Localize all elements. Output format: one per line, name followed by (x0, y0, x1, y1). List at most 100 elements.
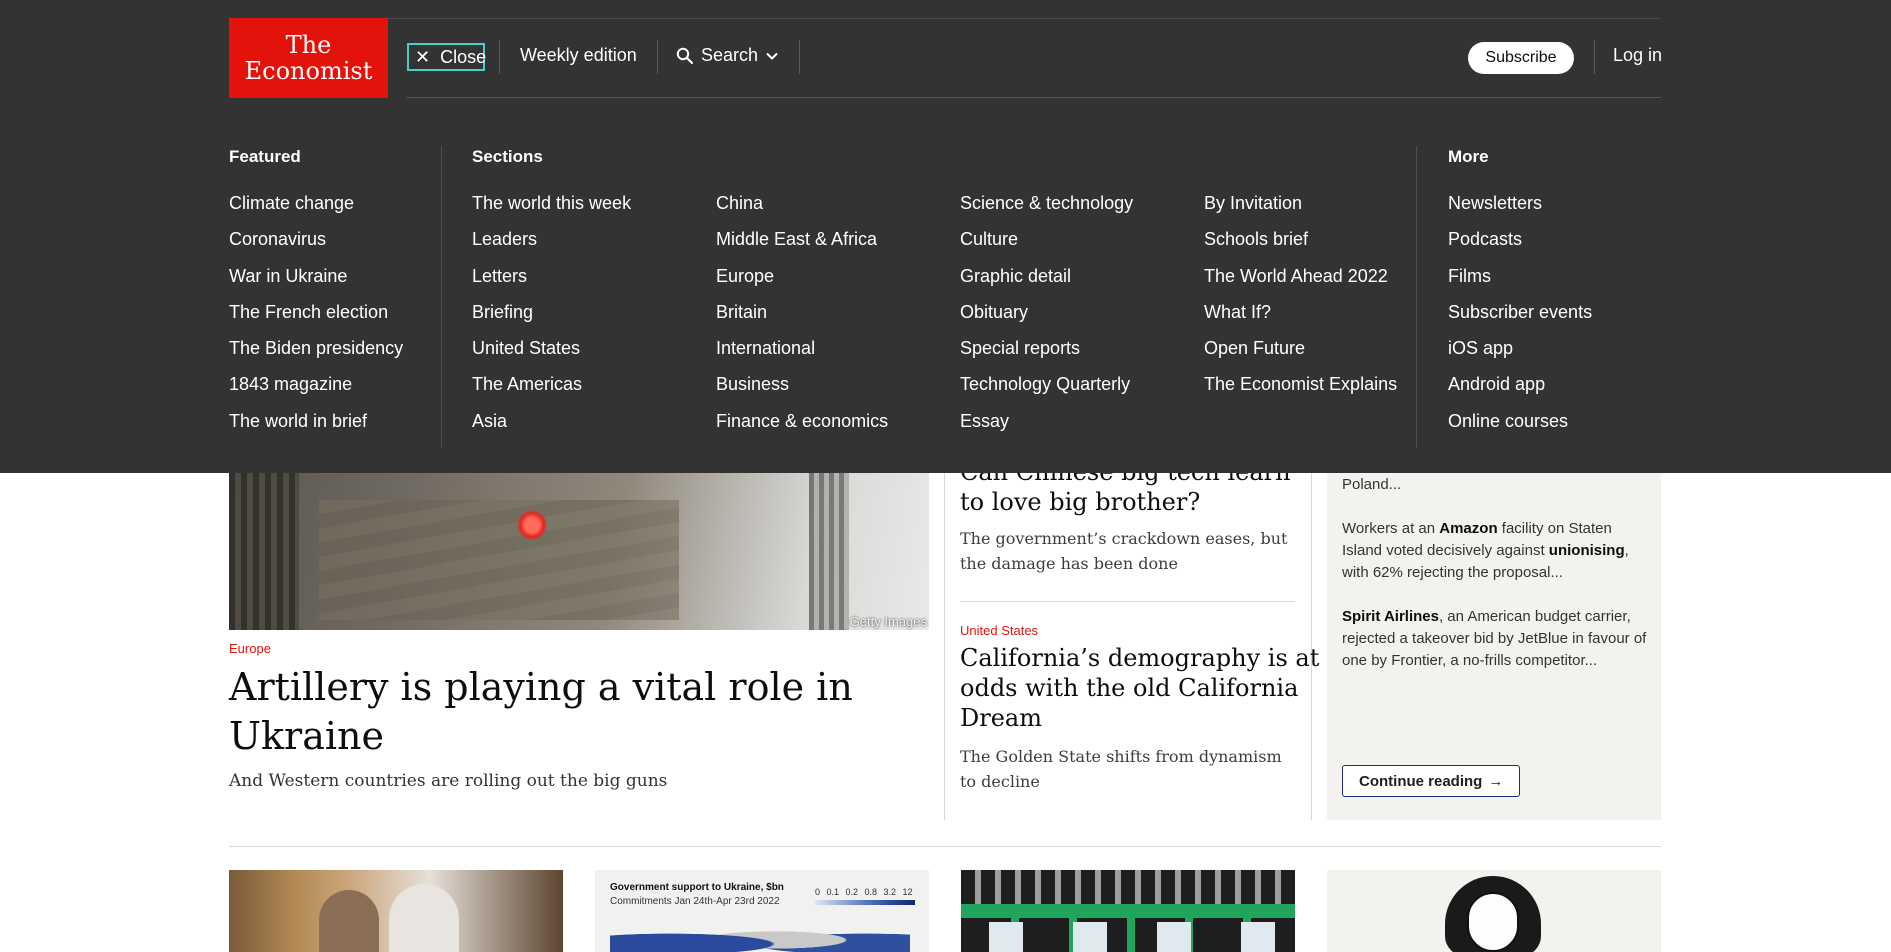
menu-item-section[interactable]: The Americas (472, 374, 631, 410)
column-divider (944, 470, 945, 820)
chart-thumbnail-subtitle: Commitments Jan 24th-Apr 23rd 2022 (610, 896, 780, 907)
story-thumbnail[interactable] (1327, 870, 1661, 952)
chart-thumbnail-title: Government support to Ukraine, $bn (610, 882, 784, 893)
story-subheadline: The Golden State shifts from dynamism to… (960, 747, 1282, 791)
logo-line-2: Economist (244, 57, 373, 85)
menu-item-section[interactable]: The Economist Explains (1204, 374, 1397, 410)
search-label: Search (701, 45, 759, 65)
subscribe-button[interactable]: Subscribe (1468, 42, 1574, 74)
menu-item-more[interactable]: Newsletters (1448, 193, 1592, 229)
brief-item: Spirit Airlines, an American budget carr… (1342, 606, 1652, 672)
brief-item: Workers at an Amazon facility on Staten … (1342, 518, 1652, 584)
menu-item-featured[interactable]: The Biden presidency (229, 338, 403, 374)
chart-thumbnail-legend-bar (815, 900, 915, 905)
logo-line-1: The (285, 31, 332, 59)
close-label: Close (440, 46, 487, 67)
menu-item-section[interactable]: What If? (1204, 302, 1397, 338)
story-section-tag[interactable]: United States (960, 623, 1038, 638)
hero-image-credit: Getty Images (849, 614, 927, 629)
menu-item-section[interactable]: Technology Quarterly (960, 374, 1133, 410)
economist-logo[interactable]: The Economist (229, 18, 388, 98)
row-divider (229, 846, 1661, 847)
menu-item-section[interactable]: Open Future (1204, 338, 1397, 374)
chart-thumbnail[interactable]: Government support to Ukraine, $bn Commi… (595, 870, 929, 952)
menu-item-more[interactable]: Online courses (1448, 411, 1592, 447)
menu-item-more[interactable]: iOS app (1448, 338, 1592, 374)
thumbnail-figure (319, 890, 379, 952)
hero-subheadline: And Western countries are rolling out th… (229, 771, 668, 791)
story-thumbnail[interactable] (961, 870, 1295, 952)
continue-reading-button[interactable]: Continue reading → (1342, 765, 1521, 797)
thumbnail-figure (389, 884, 459, 952)
menu-item-featured[interactable]: Coronavirus (229, 229, 403, 265)
menu-item-section[interactable]: Europe (716, 266, 888, 302)
brief-text: Workers at an (1342, 520, 1440, 537)
menu-item-more[interactable]: Films (1448, 266, 1592, 302)
brief-text: Poland... (1342, 476, 1402, 493)
menu-item-section[interactable]: Briefing (472, 302, 631, 338)
menu-item-featured[interactable]: The world in brief (229, 411, 403, 447)
menu-item-section[interactable]: Middle East & Africa (716, 229, 888, 265)
hero-image-explosion (517, 510, 547, 540)
search-button[interactable]: Search (676, 45, 778, 66)
search-icon (676, 47, 693, 64)
menu-item-more[interactable]: Android app (1448, 374, 1592, 410)
menu-item-section[interactable]: Britain (716, 302, 888, 338)
toolbar-rule (406, 97, 1661, 98)
arrow-right-icon: → (1488, 772, 1504, 790)
menu-item-section[interactable]: Essay (960, 411, 1133, 447)
weekly-edition-link[interactable]: Weekly edition (520, 45, 637, 66)
menu-item-section[interactable]: Special reports (960, 338, 1133, 374)
menu-item-section[interactable]: The world this week (472, 193, 631, 229)
menu-item-section[interactable]: Obituary (960, 302, 1133, 338)
menu-item-section[interactable]: Culture (960, 229, 1133, 265)
sections-list-3: Science & technology Culture Graphic det… (960, 193, 1133, 447)
menu-item-featured[interactable]: 1843 magazine (229, 374, 403, 410)
sections-list-2: China Middle East & Africa Europe Britai… (716, 193, 888, 447)
menu-item-section[interactable]: China (716, 193, 888, 229)
thumbnail-fence-bar (961, 904, 1295, 918)
menu-item-section[interactable]: United States (472, 338, 631, 374)
thumbnail-portrait-face (1467, 892, 1519, 952)
menu-item-featured[interactable]: Climate change (229, 193, 403, 229)
menu-item-section[interactable]: Asia (472, 411, 631, 447)
toolbar-separator (499, 40, 500, 74)
brief-highlight: Amazon (1439, 520, 1498, 537)
chart-thumbnail-scale: 0 0.1 0.2 0.8 3.2 12 (815, 887, 913, 897)
sections-list-1: The world this week Leaders Letters Brie… (472, 193, 631, 447)
menu-item-section[interactable]: Science & technology (960, 193, 1133, 229)
menu-item-more[interactable]: Subscriber events (1448, 302, 1592, 338)
menu-item-featured[interactable]: War in Ukraine (229, 266, 403, 302)
top-rule (229, 18, 1661, 19)
login-link[interactable]: Log in (1613, 45, 1662, 66)
story-thumbnail[interactable] (229, 870, 563, 952)
close-menu-button[interactable]: ✕ Close (407, 43, 487, 71)
hero-headline[interactable]: Artillery is playing a vital role in Ukr… (229, 663, 929, 761)
chevron-down-icon (766, 52, 778, 60)
menu-item-section[interactable]: Letters (472, 266, 631, 302)
menu-item-section[interactable]: Schools brief (1204, 229, 1397, 265)
menu-item-section[interactable]: The World Ahead 2022 (1204, 266, 1397, 302)
menu-item-section[interactable]: By Invitation (1204, 193, 1397, 229)
menu-column-divider (441, 146, 442, 448)
story-headline[interactable]: California’s demography is at odds with … (960, 643, 1320, 733)
sections-list-4: By Invitation Schools brief The World Ah… (1204, 193, 1397, 411)
menu-item-section[interactable]: International (716, 338, 888, 374)
menu-item-section[interactable]: Finance & economics (716, 411, 888, 447)
hero-image-field (319, 500, 679, 620)
hero-image[interactable]: Getty Images (229, 470, 929, 630)
brief-item: Poland... (1342, 474, 1652, 496)
menu-item-more[interactable]: Podcasts (1448, 229, 1592, 265)
menu-item-section[interactable]: Business (716, 374, 888, 410)
toolbar-separator (1594, 40, 1595, 74)
menu-item-section[interactable]: Leaders (472, 229, 631, 265)
close-icon: ✕ (415, 47, 431, 67)
menu-item-featured[interactable]: The French election (229, 302, 403, 338)
hero-section-tag[interactable]: Europe (229, 641, 271, 656)
menu-item-section[interactable]: Graphic detail (960, 266, 1133, 302)
brief-highlight: Spirit Airlines (1342, 608, 1439, 625)
story-divider (960, 601, 1295, 602)
chart-thumbnail-map (610, 920, 910, 952)
world-in-brief-panel: Poland... Workers at an Amazon facility … (1327, 470, 1661, 820)
more-list: Newsletters Podcasts Films Subscriber ev… (1448, 193, 1592, 447)
